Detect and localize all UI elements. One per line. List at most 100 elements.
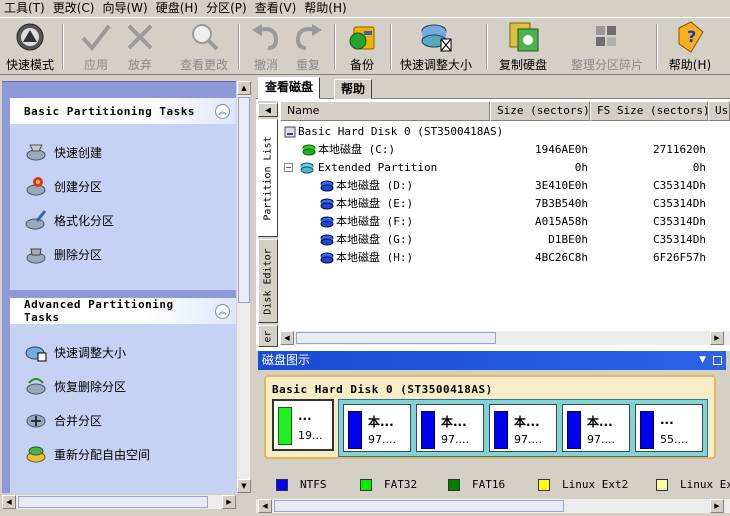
ntfs-fill-bar [567, 411, 581, 449]
list-header: Name Size (sectors) FS Size (sectors) Us… [280, 101, 730, 121]
task-delete-partition[interactable]: 删除分区 [24, 242, 102, 266]
task-restore-partition[interactable]: 恢复删除分区 [24, 374, 126, 398]
task-quick-resize[interactable]: 快速调整大小 [24, 340, 126, 364]
collapse-icon[interactable]: ︽ [215, 103, 230, 119]
menu-tools[interactable]: 工具(T) [0, 0, 49, 16]
menu-help[interactable]: 帮助(H) [300, 0, 350, 16]
legend-item: FAT16 [448, 478, 505, 491]
disk-visual: Basic Hard Disk 0 (ST3500418AS) ... 19..… [264, 375, 716, 459]
column-size[interactable]: Size (sectors) [490, 101, 590, 121]
copy-disk-icon [504, 20, 542, 54]
table-row[interactable]: − Extended Partition 0h 0h [280, 159, 730, 177]
redistribute-space-icon [24, 442, 48, 466]
menu-changes[interactable]: 更改(C) [49, 0, 99, 16]
defrag-icon [588, 20, 626, 54]
toolbar-separator [656, 24, 658, 70]
ntfs-fill-bar [494, 411, 508, 449]
vtab-more[interactable]: er [258, 325, 278, 347]
magnifier-icon [185, 20, 223, 54]
column-fs-size[interactable]: FS Size (sectors) [590, 101, 708, 121]
dropdown-arrow-icon[interactable]: ▼ [699, 351, 706, 370]
task-redistribute-free-space[interactable]: 重新分配自由空间 [24, 442, 150, 466]
scroll-thumb[interactable] [274, 500, 564, 512]
scroll-right-icon[interactable]: ▶ [222, 495, 236, 509]
scroll-thumb[interactable] [18, 496, 208, 508]
row-fs-size: 0h [692, 161, 706, 174]
menu-view[interactable]: 查看(V) [251, 0, 301, 16]
task-create-partition[interactable]: 创建分区 [24, 174, 102, 198]
scroll-left-icon[interactable]: ◀ [2, 495, 16, 509]
collapse-icon[interactable]: ︽ [215, 303, 230, 319]
task-pane-horizontal-scrollbar[interactable]: ◀ ▶ [2, 495, 236, 509]
legend-swatch [448, 478, 460, 491]
logical-partition-block[interactable]: 本... 97.... [416, 404, 484, 452]
discard-button[interactable]: 放弃 [118, 20, 162, 74]
column-name[interactable]: Name [280, 101, 490, 121]
scroll-up-icon[interactable]: ▲ [237, 81, 251, 95]
defrag-button[interactable]: 整理分区碎片 [566, 20, 648, 74]
advanced-tasks-header[interactable]: Advanced Partitioning Tasks ︽ [10, 298, 236, 324]
task-format-partition[interactable]: 格式化分区 [24, 208, 114, 232]
scroll-thumb[interactable] [296, 332, 496, 344]
maximize-icon[interactable] [713, 356, 722, 365]
table-row[interactable]: 本地磁盘 (C:) 1946AE0h 2711620h [280, 141, 730, 159]
ntfs-fill-bar [640, 411, 654, 449]
primary-partition-block[interactable]: ... 19... [272, 399, 334, 451]
scroll-right-icon[interactable]: ▶ [710, 499, 724, 513]
task-pane-vertical-scrollbar[interactable]: ▲ ▼ [236, 81, 251, 493]
scroll-left-icon[interactable]: ◀ [280, 331, 294, 345]
extended-partition-block[interactable]: 本... 97.... 本... 97.... 本... 97.... 本...… [338, 399, 708, 457]
list-horizontal-scrollbar[interactable]: ◀ ▶ [280, 331, 730, 345]
legend-swatch [360, 478, 372, 491]
disk-map-header: 磁盘图示 ▼ [258, 351, 726, 370]
vtab-scroll-up-icon[interactable]: ▲ [258, 103, 278, 117]
scroll-left-icon[interactable]: ◀ [258, 499, 272, 513]
table-row[interactable]: Basic Hard Disk 0 (ST3500418AS) [280, 123, 730, 141]
legend-swatch [538, 478, 550, 491]
scroll-thumb[interactable] [238, 97, 250, 303]
table-row[interactable]: 本地磁盘 (F:) A015A58h C35314Dh [280, 213, 730, 231]
redo-button[interactable]: 重复 [288, 20, 328, 74]
column-used[interactable]: Use [708, 101, 730, 121]
scroll-down-icon[interactable]: ▼ [237, 479, 251, 493]
menu-disk[interactable]: 硬盘(H) [152, 0, 202, 16]
row-name: 本地磁盘 (E:) [336, 197, 414, 210]
blue-partition-icon [320, 252, 334, 270]
legend-swatch [656, 478, 668, 491]
help-button[interactable]: ? 帮助(H) [666, 20, 714, 74]
logical-partition-block[interactable]: 本... 97.... [343, 404, 411, 452]
row-size: 7B3B540h [535, 197, 588, 210]
apply-button[interactable]: 应用 [74, 20, 118, 74]
backup-button[interactable]: 备份 [342, 20, 382, 74]
table-row[interactable]: 本地磁盘 (H:) 4BC26C8h 6F26F57h [280, 249, 730, 267]
table-row[interactable]: 本地磁盘 (D:) 3E410E0h C35314Dh [280, 177, 730, 195]
row-name: 本地磁盘 (G:) [336, 233, 414, 246]
table-row[interactable]: 本地磁盘 (E:) 7B3B540h C35314Dh [280, 195, 730, 213]
logical-partition-block[interactable]: 本... 97.... [562, 404, 630, 452]
scroll-right-icon[interactable]: ▶ [710, 331, 724, 345]
toolbar-separator [390, 24, 392, 70]
menu-wizard[interactable]: 向导(W) [98, 0, 151, 16]
task-merge-partitions[interactable]: 合并分区 [24, 408, 102, 432]
undo-button[interactable]: 撤消 [246, 20, 286, 74]
vtab-disk-editor[interactable]: Disk Editor [258, 239, 278, 323]
quick-resize-button[interactable]: 快速调整大小 [398, 20, 474, 74]
tab-view-disk[interactable]: 查看磁盘 [258, 77, 321, 99]
table-row[interactable]: 本地磁盘 (G:) D1BE0h C35314Dh [280, 231, 730, 249]
task-quick-create[interactable]: 快速创建 [24, 140, 102, 164]
quick-mode-button[interactable]: 快速模式 [4, 20, 56, 74]
disk-map-horizontal-scrollbar[interactable]: ◀ ▶ [256, 499, 730, 513]
view-changes-button[interactable]: 查看更改 [176, 20, 232, 74]
main-pane: 查看磁盘 帮助 ▲ Partition List Disk Editor er … [256, 77, 730, 516]
toolbar-separator [486, 24, 488, 70]
logical-partition-block[interactable]: ... 55.... [635, 404, 703, 452]
legend-item: Linux Ext2 [538, 478, 628, 491]
basic-tasks-header[interactable]: Basic Partitioning Tasks ︽ [10, 98, 236, 124]
disk-map-panel: 磁盘图示 ▼ Basic Hard Disk 0 (ST3500418AS) .… [256, 351, 730, 516]
copy-disk-button[interactable]: 复制硬盘 [494, 20, 552, 74]
collapse-tree-icon[interactable]: − [284, 163, 293, 172]
menu-partition[interactable]: 分区(P) [202, 0, 251, 16]
logical-partition-block[interactable]: 本... 97.... [489, 404, 557, 452]
tab-help[interactable]: 帮助 [334, 79, 373, 99]
vtab-partition-list[interactable]: Partition List [258, 119, 278, 237]
